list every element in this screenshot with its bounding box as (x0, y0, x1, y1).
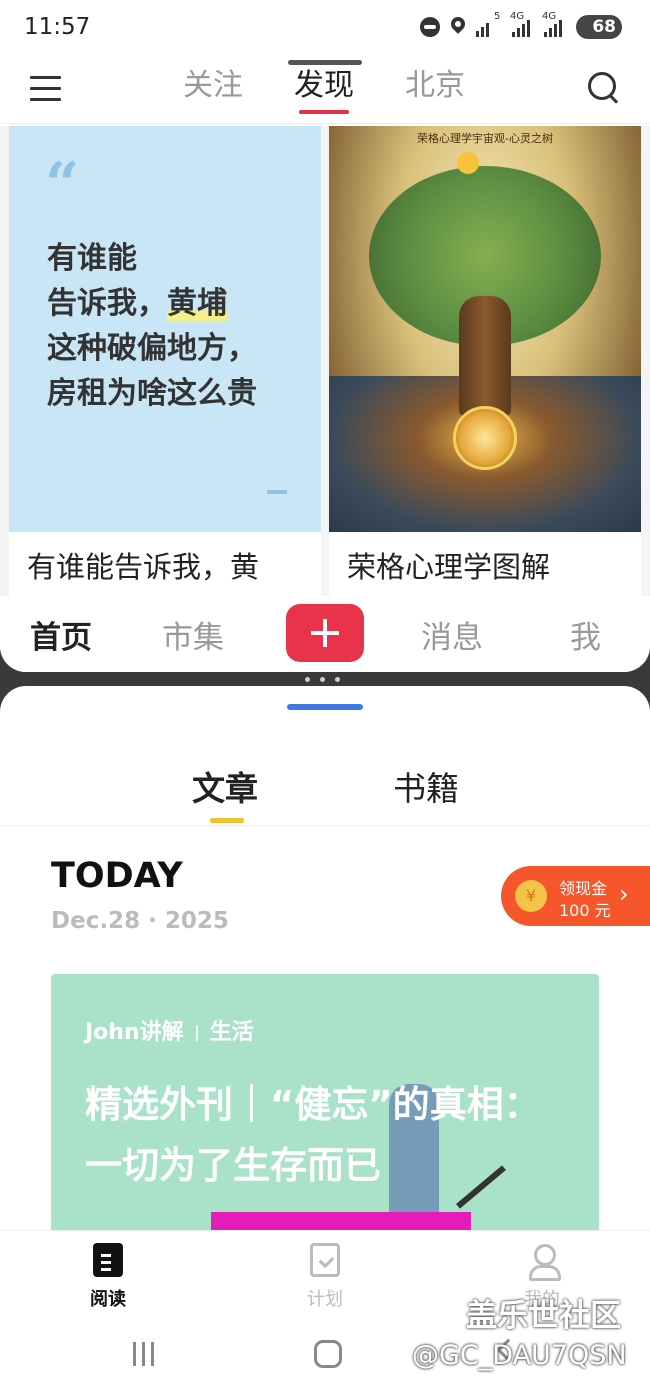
tabbar-plan[interactable]: 计划 (280, 1243, 370, 1311)
top-app-window: 11:57 5 4G 4G 68 关注 发现 北京 “ 有谁能 告诉我，黄埔 这… (0, 0, 650, 672)
active-tab-underline (210, 818, 244, 823)
date-label: Dec.28 · 2025 (51, 908, 229, 934)
checklist-icon (310, 1243, 340, 1277)
recent-apps-icon[interactable] (133, 1342, 161, 1366)
bottom-app-window: 文章 书籍 TODAY Dec.28 · 2025 ¥ 领现金 100 元 › … (0, 686, 650, 1394)
nav-messages[interactable]: 消息 (421, 612, 483, 657)
quote-dash (267, 490, 287, 494)
article-category: 生活 (209, 1020, 254, 1045)
mandala-icon (453, 406, 517, 470)
read-icon (93, 1243, 123, 1277)
card-title: 荣格心理学图解 (347, 550, 551, 584)
nav-home[interactable]: 首页 (30, 612, 92, 657)
signal-icon-1: 4G (510, 11, 534, 37)
sun-icon (457, 152, 479, 174)
user-icon (527, 1243, 561, 1281)
tab-beijing[interactable]: 北京 (405, 60, 465, 104)
tree-trunk (459, 296, 511, 416)
tabbar-read[interactable]: 阅读 (63, 1243, 153, 1311)
tab-articles[interactable]: 文章 (192, 762, 258, 810)
search-icon[interactable] (588, 72, 620, 104)
image-title: 荣格心理学宇宙观-心灵之树 (417, 132, 553, 145)
publish-plus-button[interactable] (286, 604, 364, 662)
screen: 11:57 5 4G 4G 68 关注 发现 北京 “ 有谁能 告诉我，黄埔 这… (0, 0, 650, 1394)
article-title: 精选外刊｜“健忘”的真相：一切为了生存而已 (85, 1083, 541, 1187)
split-screen-divider[interactable] (305, 677, 340, 682)
tab-follow[interactable]: 关注 (183, 60, 243, 104)
feed-card-jung[interactable]: 荣格心理学宇宙观-心灵之树 荣格心理学图解 (329, 126, 641, 596)
active-tab-underline (299, 110, 349, 114)
today-heading: TODAY (51, 856, 183, 896)
status-icons: 5 4G 4G 68 (420, 11, 622, 39)
signal-icon-2: 4G (542, 11, 566, 37)
home-icon[interactable] (314, 1340, 342, 1368)
location-icon (450, 17, 466, 37)
article-card[interactable]: John讲解 生活 精选外刊｜“健忘”的真相：一切为了生存而已 (51, 974, 599, 1244)
status-time: 11:57 (24, 14, 91, 40)
quote-text: 有谁能 告诉我，黄埔 这种破偏地方， 房租为啥这么贵 (47, 241, 257, 411)
wifi-icon: 5 (476, 11, 502, 37)
feed-grid: “ 有谁能 告诉我，黄埔 这种破偏地方， 房租为啥这么贵 有谁能告诉我，黄 荣格… (0, 126, 650, 596)
menu-icon[interactable] (30, 76, 62, 102)
battery-indicator: 68 (576, 15, 622, 39)
chevron-right-icon: › (619, 880, 629, 908)
top-app-bottom-nav: 首页 市集 消息 我 (0, 596, 650, 672)
feed-card-quote[interactable]: “ 有谁能 告诉我，黄埔 这种破偏地方， 房租为啥这么贵 有谁能告诉我，黄 (9, 126, 321, 596)
watermark-handle: @GC_DAU7QSN (412, 1340, 627, 1371)
quote-cover: “ 有谁能 告诉我，黄埔 这种破偏地方， 房租为啥这么贵 (9, 126, 321, 532)
tab-discover[interactable]: 发现 (294, 60, 354, 104)
tree-of-psyche-image: 荣格心理学宇宙观-心灵之树 (329, 126, 641, 532)
content-tabs: 文章 书籍 (0, 756, 650, 826)
article-meta: John讲解 生活 (85, 1014, 254, 1046)
card-title: 有谁能告诉我，黄 (27, 550, 260, 584)
quote-mark-icon: “ (45, 150, 80, 220)
nav-me[interactable]: 我 (570, 612, 601, 657)
claim-cash-button[interactable]: ¥ 领现金 100 元 › (501, 866, 650, 926)
article-author: John讲解 (85, 1020, 184, 1045)
app-header: 关注 发现 北京 (0, 56, 650, 124)
nav-market[interactable]: 市集 (162, 612, 224, 657)
drag-handle[interactable] (287, 704, 363, 710)
tab-books[interactable]: 书籍 (393, 762, 459, 810)
do-not-disturb-icon (420, 17, 440, 37)
watermark-community: 盖乐世社区 (466, 1298, 621, 1334)
coin-icon: ¥ (515, 880, 547, 912)
status-bar: 11:57 5 4G 4G 68 (0, 0, 650, 56)
